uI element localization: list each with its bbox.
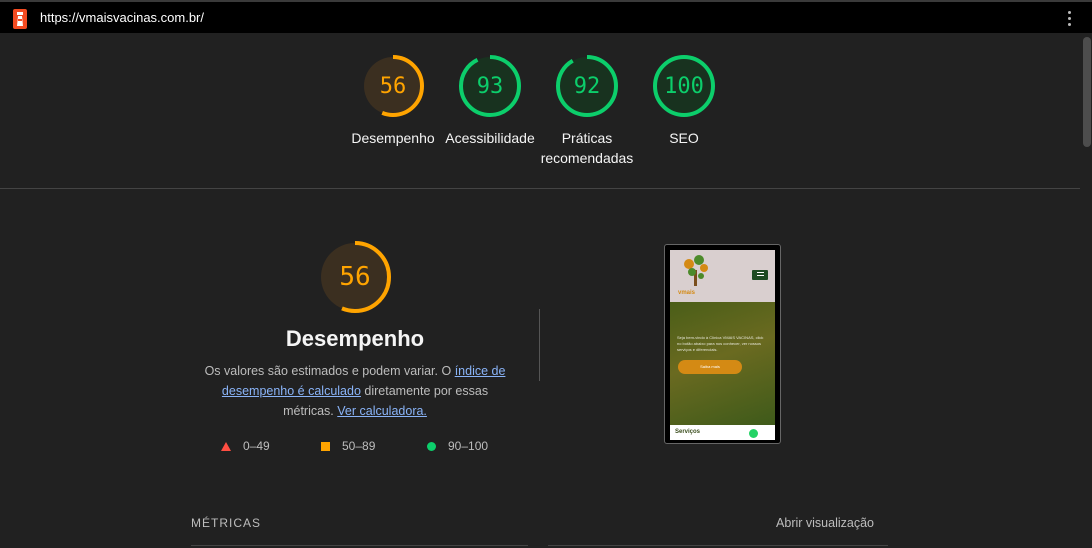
performance-title: Desempenho [285, 326, 425, 351]
lighthouse-icon [13, 9, 27, 29]
services-label: Serviços [675, 429, 701, 435]
desc-text: Os valores são estimados e podem variar.… [204, 364, 455, 378]
screenshot-screen: vmais Seja bem-vindo à Clínica VMAIS VAC… [670, 250, 775, 440]
performance-description: Os valores são estimados e podem variar.… [200, 361, 510, 421]
metrics-heading: MÉTRICAS [191, 516, 262, 530]
calculator-link[interactable]: Ver calculadora. [337, 404, 427, 418]
performance-gauge: 56 [318, 240, 392, 314]
browser-toolbar: https://vmaisvacinas.com.br/ [0, 0, 1092, 33]
gauge-seo[interactable]: 100 [652, 54, 716, 118]
screenshot-header: vmais [670, 250, 775, 302]
logo-text: vmais [678, 290, 696, 296]
circle-icon [427, 442, 436, 452]
legend-label: 90–100 [448, 439, 489, 453]
vertical-divider [539, 309, 540, 381]
gauge-label[interactable]: Acessibilidade [440, 128, 540, 148]
gauge-score: 100 [664, 73, 704, 99]
metrics-divider [548, 545, 888, 546]
gauge-label[interactable]: Desempenho [343, 128, 443, 148]
gauge-label[interactable]: Práticas recomendadas [537, 128, 637, 168]
vmais-logo: vmais [678, 255, 708, 296]
gauge-acessibilidade[interactable]: 93 [458, 54, 522, 118]
menu-icon [752, 270, 768, 280]
square-icon [321, 442, 330, 452]
triangle-icon [221, 442, 231, 452]
screenshot-hero: Seja bem-vindo à Clínica VMAIS VACINAS, … [670, 302, 775, 425]
legend-pass: 90–100 [427, 439, 488, 453]
hero-button: Saiba mais [678, 360, 742, 374]
section-divider [0, 188, 1080, 189]
metrics-divider [191, 545, 528, 546]
legend-average: 50–89 [321, 439, 375, 453]
legend-label: 0–49 [243, 439, 270, 453]
gauge-praticas[interactable]: 92 [555, 54, 619, 118]
url-text[interactable]: https://vmaisvacinas.com.br/ [40, 10, 204, 25]
screenshot-footer: Serviços [670, 425, 775, 440]
performance-score: 56 [339, 262, 371, 292]
legend-fail: 0–49 [221, 439, 270, 453]
gauge-desempenho[interactable]: 56 [361, 54, 425, 118]
gauge-score: 92 [573, 73, 601, 99]
gauge-score: 56 [379, 73, 407, 99]
scrollbar-thumb[interactable] [1083, 37, 1091, 147]
gauge-score: 93 [476, 73, 504, 99]
gauge-label[interactable]: SEO [634, 128, 734, 148]
open-view-toggle[interactable]: Abrir visualização [776, 516, 874, 530]
whatsapp-icon [749, 429, 758, 438]
hero-text: Seja bem-vindo à Clínica VMAIS VACINAS, … [677, 335, 764, 352]
page-screenshot[interactable]: vmais Seja bem-vindo à Clínica VMAIS VAC… [664, 244, 781, 444]
legend-label: 50–89 [342, 439, 376, 453]
more-options-icon[interactable] [1068, 11, 1072, 27]
